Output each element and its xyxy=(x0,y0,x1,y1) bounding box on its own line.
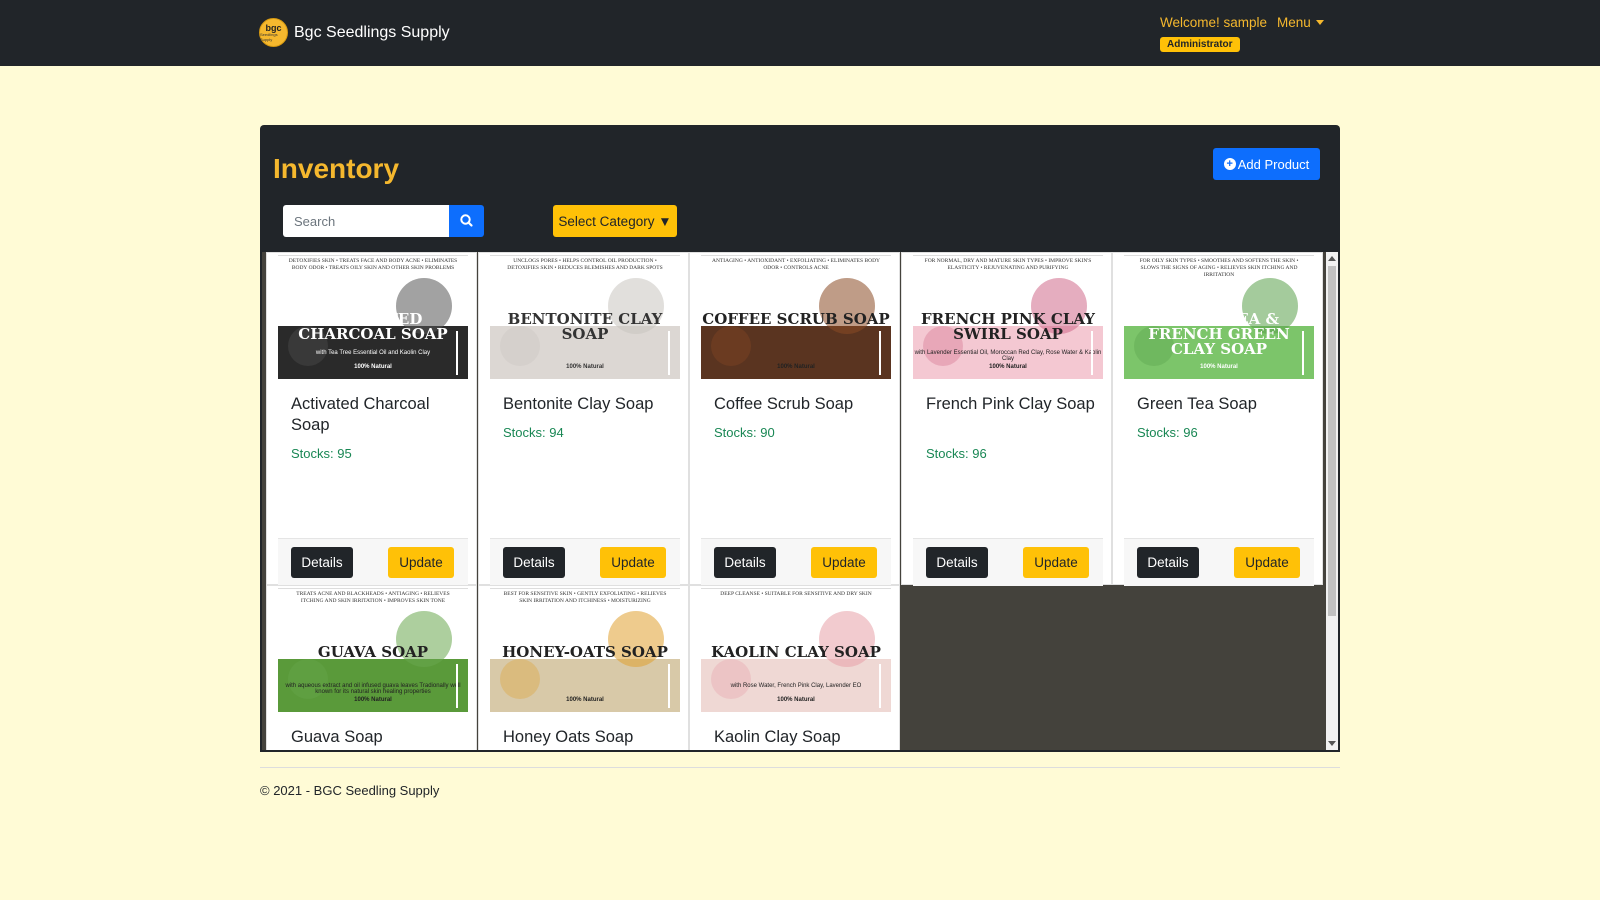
product-image: ANTIAGING • ANTIOXIDANT • EXFOLIATING • … xyxy=(701,255,891,379)
image-tagline: DETOXIFIES SKIN • TREATS FACE AND BODY A… xyxy=(288,258,458,271)
product-stock: Stocks: 96 xyxy=(926,446,987,461)
image-product-title: ACTIVATED CHARCOAL SOAP xyxy=(298,310,448,343)
search-input[interactable] xyxy=(283,205,449,237)
product-image: DEEP CLEANSE • SUITABLE FOR SENSITIVE AN… xyxy=(701,588,891,712)
card-footer: Details Update xyxy=(1124,538,1314,586)
image-natural-label: 100% Natural xyxy=(354,364,392,370)
product-name: Activated Charcoal Soap xyxy=(291,395,430,434)
select-category-button[interactable]: Select Category ▼ xyxy=(553,205,677,237)
details-button[interactable]: Details xyxy=(1137,547,1199,578)
logo-text: bgc xyxy=(265,22,282,33)
product-name: Kaolin Clay Soap xyxy=(714,728,841,746)
scroll-down-arrow-icon[interactable] xyxy=(1328,741,1336,746)
product-name: Bentonite Clay Soap xyxy=(503,395,654,413)
add-product-label: Add Product xyxy=(1237,156,1310,172)
image-subtitle: with Tea Tree Essential Oil and Kaolin C… xyxy=(315,350,431,356)
product-card: FOR NORMAL, DRY AND MATURE SKIN TYPES • … xyxy=(901,252,1112,586)
product-name: Green Tea Soap xyxy=(1137,395,1257,413)
image-product-title: GUAVA SOAP xyxy=(317,643,429,661)
product-card: FOR OILY SKIN TYPES • SMOOTHES AND SOFTE… xyxy=(1112,252,1323,586)
card-footer: Details Update xyxy=(913,538,1103,586)
product-image: FOR OILY SKIN TYPES • SMOOTHES AND SOFTE… xyxy=(1124,255,1314,379)
product-stock: Stocks: 94 xyxy=(503,425,564,440)
product-name: Coffee Scrub Soap xyxy=(714,395,854,413)
image-subtitle: with aqueous extract and oil infused gua… xyxy=(285,683,461,695)
product-card: BEST FOR SENSITIVE SKIN • GENTLY EXFOLIA… xyxy=(478,585,689,750)
image-natural-label: 100% Natural xyxy=(777,364,815,370)
product-name: Honey Oats Soap xyxy=(503,728,634,746)
update-button[interactable]: Update xyxy=(600,547,666,578)
product-image: DETOXIFIES SKIN • TREATS FACE AND BODY A… xyxy=(278,255,468,379)
product-card: ANTIAGING • ANTIOXIDANT • EXFOLIATING • … xyxy=(689,252,900,586)
image-subtitle: with Lavender Essential Oil, Moroccan Re… xyxy=(914,350,1102,362)
image-natural-label: 100% Natural xyxy=(566,364,604,370)
image-product-title: KAOLIN CLAY SOAP xyxy=(711,643,881,661)
image-product-title: HONEY-OATS SOAP xyxy=(502,643,668,661)
image-natural-label: 100% Natural xyxy=(777,697,815,703)
image-product-title: COFFEE SCRUB SOAP xyxy=(702,310,890,328)
footer-text: © 2021 - BGC Seedling Supply xyxy=(260,783,440,798)
product-image: BEST FOR SENSITIVE SKIN • GENTLY EXFOLIA… xyxy=(490,588,680,712)
product-card: DETOXIFIES SKIN • TREATS FACE AND BODY A… xyxy=(266,252,477,586)
search-button[interactable] xyxy=(449,205,484,237)
image-product-title: GREEN TEA & FRENCH GREEN CLAY SOAP xyxy=(1148,310,1290,358)
image-subtitle: with Rose Water, French Pink Clay, Laven… xyxy=(730,683,862,689)
inventory-header: Inventory + Add Product Select Category … xyxy=(260,125,1340,252)
product-card: DEEP CLEANSE • SUITABLE FOR SENSITIVE AN… xyxy=(689,585,900,750)
welcome-text: Welcome! sample xyxy=(1160,15,1268,30)
brand-link[interactable]: bgc Seedlings Supply Bgc Seedlings Suppl… xyxy=(259,18,450,47)
details-button[interactable]: Details xyxy=(926,547,988,578)
details-button[interactable]: Details xyxy=(714,547,776,578)
image-natural-label: 100% Natural xyxy=(1200,364,1238,370)
image-product-title: FRENCH PINK CLAY SWIRL SOAP xyxy=(921,310,1095,343)
card-footer: Details Update xyxy=(490,538,680,586)
product-name: French Pink Clay Soap xyxy=(926,395,1095,413)
image-product-title: BENTONITE CLAY SOAP xyxy=(507,310,663,343)
product-stock: Stocks: 95 xyxy=(291,446,352,461)
search-icon xyxy=(460,214,473,227)
product-card: UNCLOGS PORES • HELPS CONTROL OIL PRODUC… xyxy=(478,252,689,586)
image-tagline: FOR OILY SKIN TYPES • SMOOTHES AND SOFTE… xyxy=(1139,258,1299,278)
grid-scrollbar[interactable] xyxy=(1326,252,1338,750)
update-button[interactable]: Update xyxy=(1023,547,1089,578)
details-button[interactable]: Details xyxy=(291,547,353,578)
menu-label: Menu xyxy=(1277,15,1311,30)
product-stock: Stocks: 96 xyxy=(1137,425,1198,440)
product-stock: Stocks: 90 xyxy=(714,425,775,440)
image-tagline: UNCLOGS PORES • HELPS CONTROL OIL PRODUC… xyxy=(507,258,663,271)
update-button[interactable]: Update xyxy=(811,547,877,578)
image-natural-label: 100% Natural xyxy=(989,364,1027,370)
product-card: TREATS ACNE AND BLACKHEADS • ANTIAGING •… xyxy=(266,585,477,750)
product-grid: DETOXIFIES SKIN • TREATS FACE AND BODY A… xyxy=(260,252,1340,752)
scroll-thumb[interactable] xyxy=(1328,266,1336,616)
product-image: TREATS ACNE AND BLACKHEADS • ANTIAGING •… xyxy=(278,588,468,712)
scroll-up-arrow-icon[interactable] xyxy=(1328,256,1336,261)
logo-subtext: Seedlings Supply xyxy=(260,31,278,42)
update-button[interactable]: Update xyxy=(388,547,454,578)
plus-circle-icon: + xyxy=(1223,158,1236,170)
logo: bgc Seedlings Supply xyxy=(259,18,288,47)
add-product-button[interactable]: + Add Product xyxy=(1213,148,1320,180)
navbar: bgc Seedlings Supply Bgc Seedlings Suppl… xyxy=(0,0,1600,66)
divider xyxy=(260,767,1340,768)
product-image: FOR NORMAL, DRY AND MATURE SKIN TYPES • … xyxy=(913,255,1103,379)
image-tagline: FOR NORMAL, DRY AND MATURE SKIN TYPES • … xyxy=(924,258,1092,271)
card-footer: Details Update xyxy=(701,538,891,586)
image-natural-label: 100% Natural xyxy=(566,697,604,703)
card-footer: Details Update xyxy=(278,538,468,586)
image-natural-label: 100% Natural xyxy=(354,697,392,703)
menu-dropdown[interactable]: Menu xyxy=(1277,15,1324,30)
product-name: Guava Soap xyxy=(291,728,383,746)
product-image: UNCLOGS PORES • HELPS CONTROL OIL PRODUC… xyxy=(490,255,680,379)
caret-down-icon xyxy=(1315,20,1324,25)
image-tagline: TREATS ACNE AND BLACKHEADS • ANTIAGING •… xyxy=(296,591,450,604)
role-badge: Administrator xyxy=(1160,37,1240,52)
page-title: Inventory xyxy=(273,153,400,184)
details-button[interactable]: Details xyxy=(503,547,565,578)
image-tagline: ANTIAGING • ANTIOXIDANT • EXFOLIATING • … xyxy=(711,258,881,271)
image-tagline: BEST FOR SENSITIVE SKIN • GENTLY EXFOLIA… xyxy=(503,591,667,604)
brand-name: Bgc Seedlings Supply xyxy=(294,23,450,41)
image-tagline: DEEP CLEANSE • SUITABLE FOR SENSITIVE AN… xyxy=(720,591,872,597)
update-button[interactable]: Update xyxy=(1234,547,1300,578)
